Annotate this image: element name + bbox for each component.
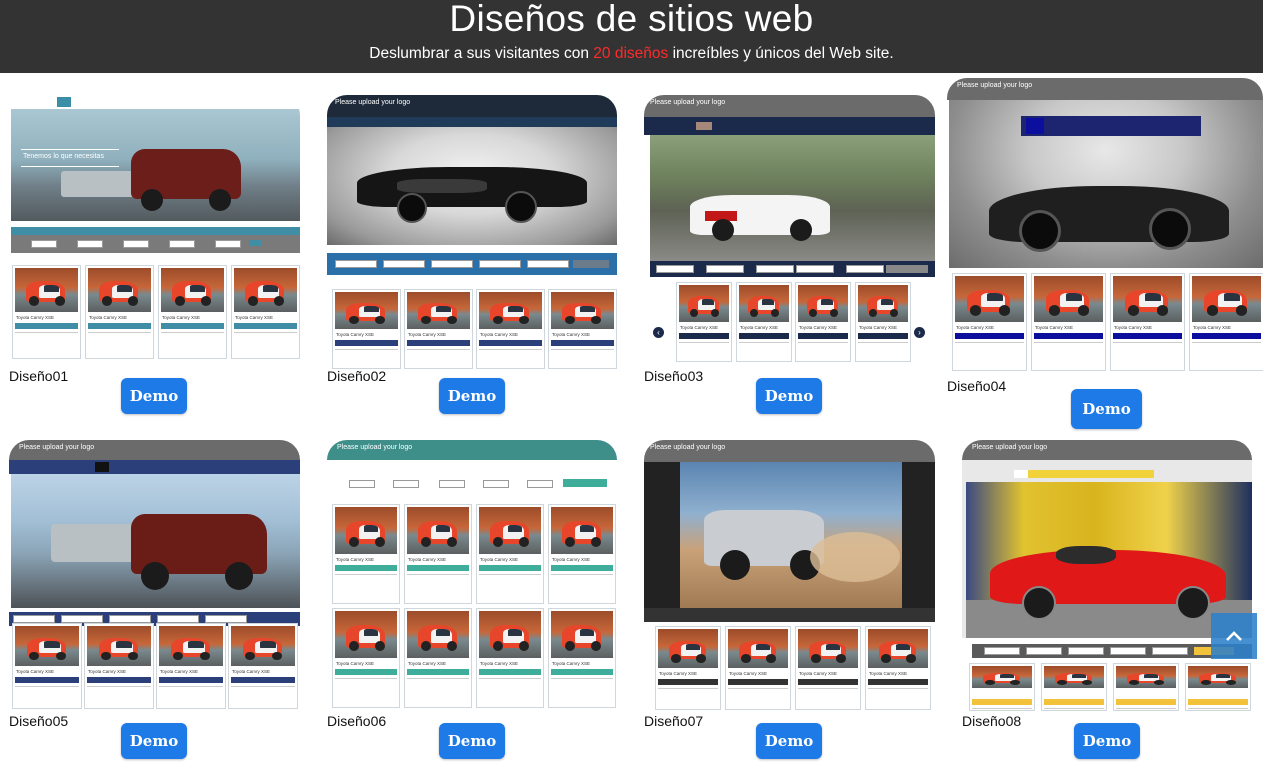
page-title: Diseños de sitios web bbox=[449, 0, 814, 39]
mini-vehicle-card: Toyota Camry XSE bbox=[865, 626, 931, 710]
design-caption: Diseño01 bbox=[9, 368, 69, 384]
design-caption: Diseño04 bbox=[947, 378, 1007, 394]
mini-logo-text: Please upload your logo bbox=[972, 444, 1048, 451]
subtitle-text-after: increíbles y únicos del Web site. bbox=[668, 45, 894, 62]
demo-button-03[interactable]: Demo bbox=[756, 378, 822, 414]
mini-vehicle-card: Toyota Camry XSE bbox=[12, 265, 81, 359]
mini-vehicle-card: Toyota Camry XSE bbox=[676, 282, 732, 362]
mini-vehicle-card: Toyota Camry XSE bbox=[158, 265, 227, 359]
mini-logo-text: Please upload your logo bbox=[650, 99, 726, 106]
mini-vehicle-card: Toyota Camry XSE bbox=[795, 626, 861, 710]
mini-vehicle-card: Toyota Camry XSE bbox=[736, 282, 792, 362]
carousel-next-arrow-icon[interactable]: › bbox=[914, 327, 925, 338]
demo-button-04[interactable]: Demo bbox=[1071, 389, 1142, 429]
demo-button-07[interactable]: Demo bbox=[756, 723, 822, 759]
mini-vehicle-card bbox=[1041, 663, 1107, 711]
design-caption: Diseño06 bbox=[327, 713, 387, 729]
chevron-up-icon bbox=[1226, 631, 1242, 641]
subtitle-text-before: Deslumbrar a sus visitantes con bbox=[369, 45, 594, 62]
demo-button-02[interactable]: Demo bbox=[439, 378, 505, 414]
mini-vehicle-card: Toyota Camry XSE bbox=[12, 623, 82, 709]
carousel-prev-arrow-icon[interactable]: ‹ bbox=[653, 327, 664, 338]
mini-vehicle-card: Toyota Camry XSE bbox=[795, 282, 851, 362]
mini-vehicle-card: Toyota Camry XSE bbox=[476, 608, 544, 708]
mini-vehicle-card: Toyota Camry XSE bbox=[404, 504, 472, 604]
mini-vehicle-card: Toyota Camry XSE bbox=[548, 504, 616, 604]
hero-text: Tenemos lo que necesitas bbox=[23, 153, 104, 160]
mini-vehicle-card: Toyota Camry XSE bbox=[404, 289, 473, 369]
mini-vehicle-card bbox=[969, 663, 1035, 711]
mini-vehicle-card: Toyota Camry XSE bbox=[855, 282, 911, 362]
mini-vehicle-card bbox=[1113, 663, 1179, 711]
mini-vehicle-card: Toyota Camry XSE bbox=[1031, 273, 1106, 371]
demo-button-01[interactable]: Demo bbox=[121, 378, 187, 414]
page-header: Diseños de sitios web Deslumbrar a sus v… bbox=[0, 0, 1263, 73]
mini-vehicle-card: Toyota Camry XSE bbox=[1189, 273, 1263, 371]
design-caption: Diseño03 bbox=[644, 368, 704, 384]
page-subtitle: Deslumbrar a sus visitantes con 20 diseñ… bbox=[0, 45, 1263, 63]
demo-button-06[interactable]: Demo bbox=[439, 723, 505, 759]
design-caption: Diseño05 bbox=[9, 713, 69, 729]
mini-vehicle-card: Toyota Camry XSE bbox=[548, 608, 616, 708]
mini-vehicle-card: Toyota Camry XSE bbox=[1110, 273, 1185, 371]
mini-vehicle-card: Toyota Camry XSE bbox=[725, 626, 791, 710]
mini-logo-text: Please upload your logo bbox=[650, 444, 726, 451]
mini-vehicle-card: Toyota Camry XSE bbox=[548, 289, 617, 369]
mini-vehicle-card: Toyota Camry XSE bbox=[332, 608, 400, 708]
demo-button-05[interactable]: Demo bbox=[121, 723, 187, 759]
design-caption: Diseño02 bbox=[327, 368, 387, 384]
mini-vehicle-card: Toyota Camry XSE bbox=[84, 623, 154, 709]
design-caption: Diseño07 bbox=[644, 713, 704, 729]
scroll-to-top-button[interactable] bbox=[1211, 613, 1257, 659]
mini-vehicle-card: Toyota Camry XSE bbox=[85, 265, 154, 359]
mini-logo-text: Please upload your logo bbox=[337, 444, 413, 451]
mini-vehicle-card: Toyota Camry XSE bbox=[156, 623, 226, 709]
demo-button-08[interactable]: Demo bbox=[1074, 723, 1140, 759]
design-caption: Diseño08 bbox=[962, 713, 1022, 729]
mini-vehicle-card bbox=[1185, 663, 1251, 711]
mini-logo-text: Please upload your logo bbox=[957, 82, 1033, 89]
mini-vehicle-card: Toyota Camry XSE bbox=[476, 504, 544, 604]
mini-vehicle-card: Toyota Camry XSE bbox=[404, 608, 472, 708]
mini-vehicle-card: Toyota Camry XSE bbox=[332, 504, 400, 604]
subtitle-highlight: 20 diseños bbox=[593, 45, 669, 62]
mini-vehicle-card: Toyota Camry XSE bbox=[228, 623, 298, 709]
mini-logo-text: Please upload your logo bbox=[19, 444, 95, 451]
mini-vehicle-card: Toyota Camry XSE bbox=[332, 289, 401, 369]
mini-vehicle-card: Toyota Camry XSE bbox=[476, 289, 545, 369]
mini-vehicle-card: Toyota Camry XSE bbox=[231, 265, 300, 359]
mini-vehicle-card: Toyota Camry XSE bbox=[952, 273, 1027, 371]
mini-vehicle-card: Toyota Camry XSE bbox=[655, 626, 721, 710]
mini-logo-text: Please upload your logo bbox=[335, 99, 411, 106]
